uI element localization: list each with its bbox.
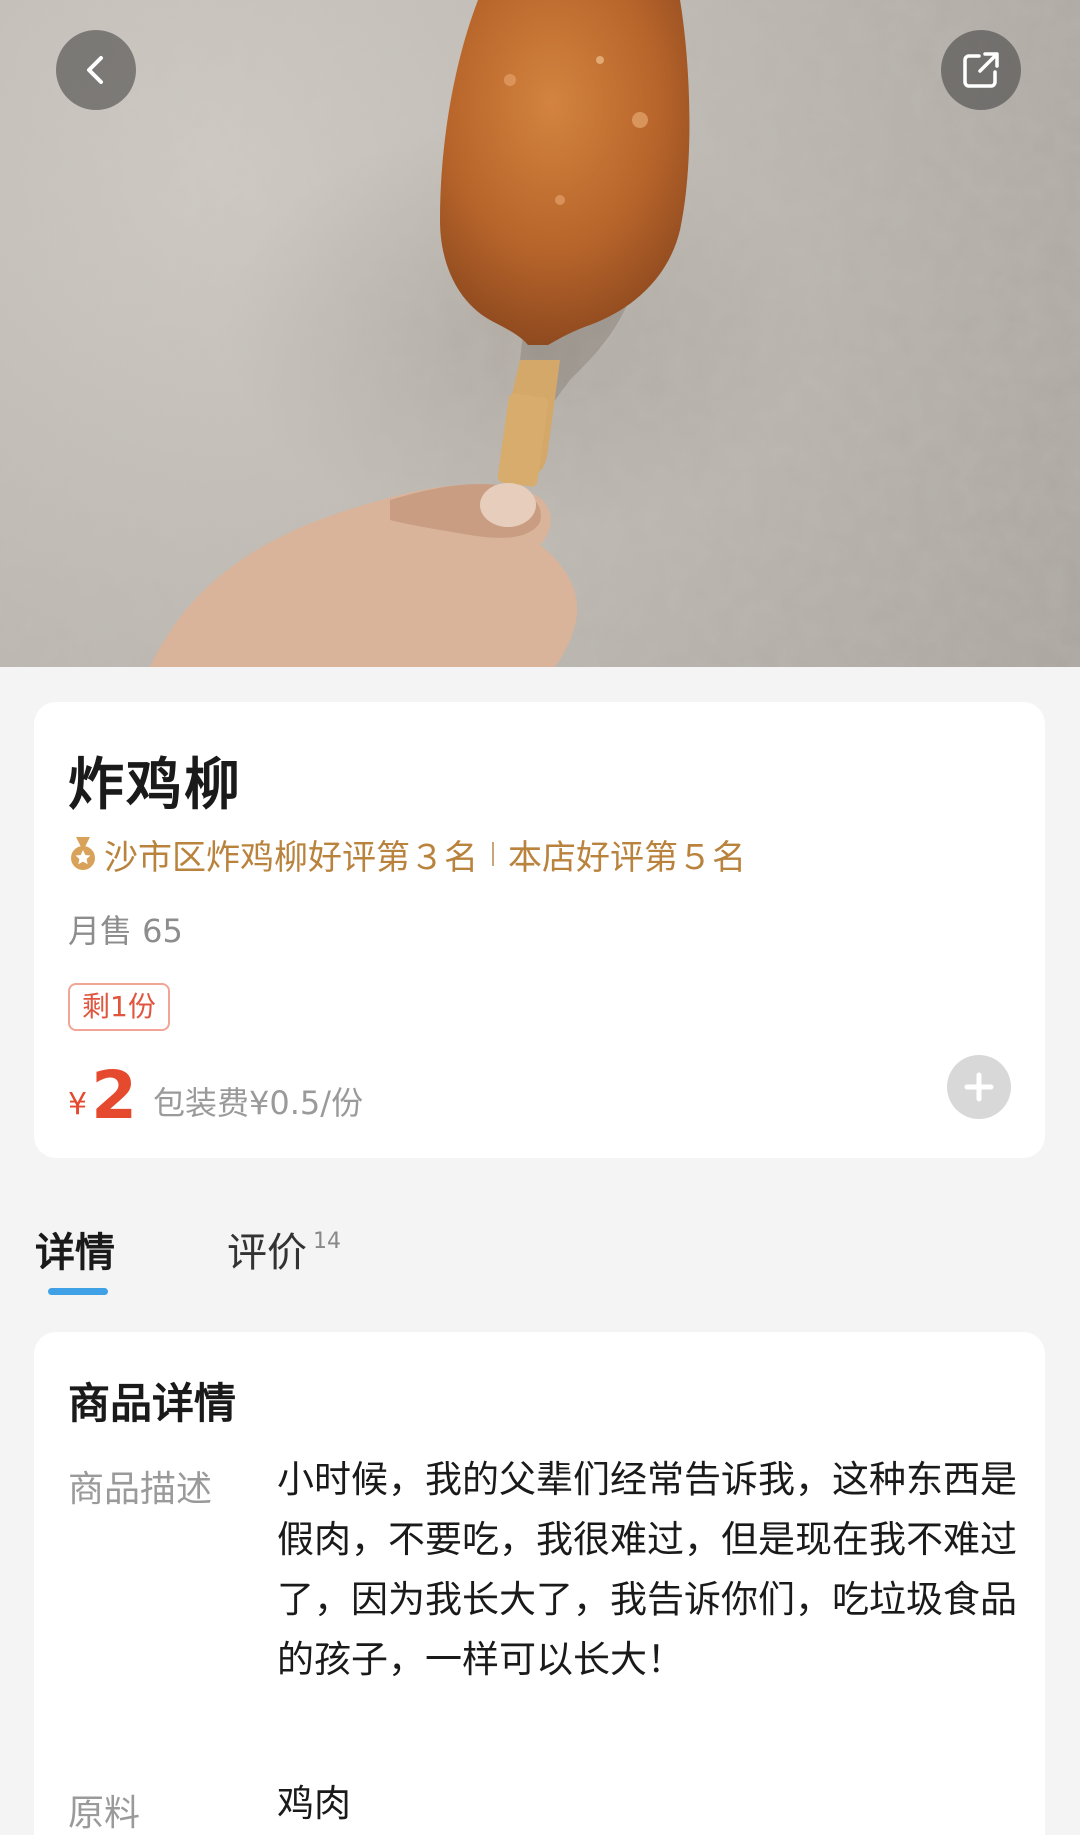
price-row: ¥ 2 包装费¥0.5/份 bbox=[68, 1052, 363, 1132]
back-button[interactable] bbox=[56, 30, 136, 110]
product-details-card: 商品详情 商品描述 小时候，我的父辈们经常告诉我，这种东西是假肉，不要吃，我很难… bbox=[34, 1332, 1045, 1835]
share-button[interactable] bbox=[941, 30, 1021, 110]
share-icon bbox=[963, 52, 999, 88]
product-detail-page: 炸鸡柳 沙市区炸鸡柳好评第３名 本店好评第５名 月售 65 剩1份 ¥ 2 包装… bbox=[0, 0, 1080, 1835]
store-ranking-text: 本店好评第５名 bbox=[508, 837, 746, 878]
ranking-row[interactable]: 沙市区炸鸡柳好评第３名 本店好评第５名 bbox=[68, 832, 746, 878]
description-text: 小时候，我的父辈们经常告诉我，这种东西是假肉，不要吃，我很难过，但是现在我不难过… bbox=[277, 1458, 1017, 1681]
currency-symbol: ¥ bbox=[68, 1087, 88, 1122]
tab-detail-label: 详情 bbox=[35, 1230, 115, 1276]
description-label: 商品描述 bbox=[68, 1469, 213, 1510]
price-value: 2 bbox=[91, 1057, 138, 1134]
plus-icon bbox=[964, 1072, 994, 1102]
product-info-card: 炸鸡柳 沙市区炸鸡柳好评第３名 本店好评第５名 月售 65 剩1份 ¥ 2 包装… bbox=[34, 702, 1045, 1158]
tab-reviews[interactable]: 评价 14 bbox=[227, 1220, 341, 1278]
review-count: 14 bbox=[313, 1229, 341, 1254]
product-name: 炸鸡柳 bbox=[68, 753, 242, 818]
medal-icon bbox=[71, 837, 95, 870]
tab-detail[interactable]: 详情 bbox=[35, 1220, 115, 1278]
add-to-cart-button[interactable] bbox=[947, 1055, 1011, 1119]
tab-bar: 详情 评价 14 bbox=[0, 1220, 1080, 1310]
chevron-left-icon bbox=[87, 56, 103, 84]
tab-reviews-label: 评价 bbox=[227, 1230, 307, 1276]
details-title: 商品详情 bbox=[68, 1379, 237, 1428]
monthly-sales: 月售 65 bbox=[68, 912, 183, 950]
product-photo bbox=[0, 0, 1080, 667]
ingredients-text: 鸡肉 bbox=[277, 1782, 351, 1825]
packing-fee: 包装费¥0.5/份 bbox=[153, 1084, 364, 1122]
ingredients-label: 原料 bbox=[68, 1793, 141, 1834]
product-photo-illustration bbox=[0, 0, 1080, 667]
stock-badge: 剩1份 bbox=[68, 983, 170, 1031]
ranking-divider bbox=[492, 842, 494, 866]
area-ranking-text: 沙市区炸鸡柳好评第３名 bbox=[104, 837, 478, 878]
active-tab-indicator bbox=[48, 1288, 108, 1295]
